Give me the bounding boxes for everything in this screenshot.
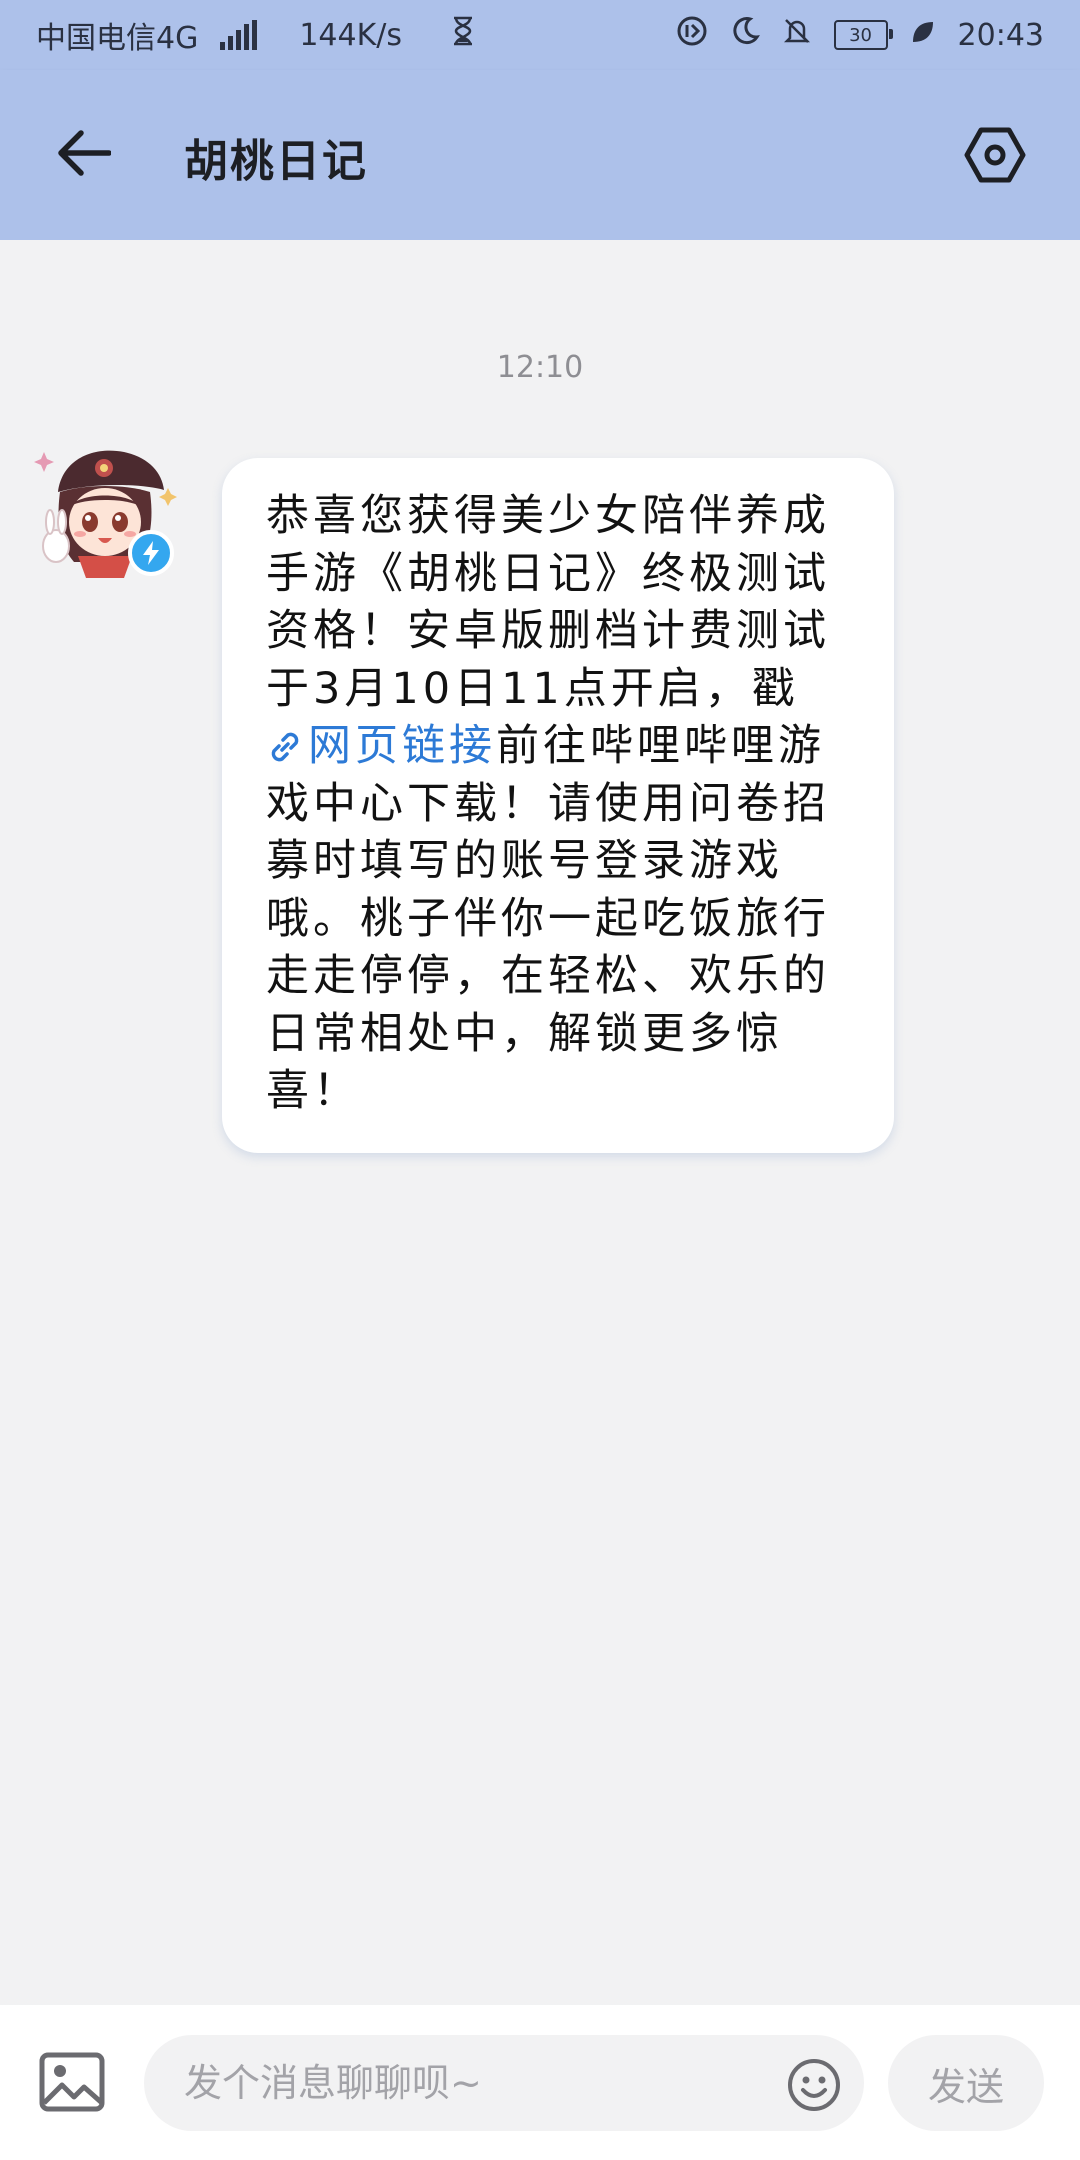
hexagon-settings-icon [964, 127, 1026, 183]
verified-badge [128, 530, 174, 576]
battery-level: 30 [849, 24, 872, 46]
image-icon [39, 2052, 105, 2112]
message-text-before: 恭喜您获得美少女陪伴养成手游《胡桃日记》终极测试资格！安卓版删档计费测试于3月1… [266, 491, 830, 714]
emoji-button[interactable] [786, 2057, 842, 2113]
arrow-left-icon [58, 130, 111, 176]
moon-icon [730, 16, 760, 54]
message-input[interactable] [144, 2035, 864, 2131]
status-bar-left: 中国电信4G 144K/s [36, 13, 474, 57]
chat-area[interactable]: 12:10 恭喜您获得美少女陪伴养成手游《胡桃日记》终极测试资格！安卓版删档计费… [0, 240, 1080, 2005]
message-timestamp: 12:10 [496, 350, 584, 385]
send-button[interactable]: 发送 [888, 2035, 1044, 2131]
data-saver-icon [676, 15, 708, 55]
emoji-icon [788, 2059, 840, 2111]
input-bar: 发送 [0, 2005, 1080, 2160]
status-bar: 中国电信4G 144K/s 30 20:43 [0, 0, 1080, 70]
clock: 20:43 [957, 17, 1044, 53]
web-link-label: 网页链接 [308, 721, 496, 771]
image-button[interactable] [38, 2051, 106, 2113]
signal-icon [220, 20, 258, 50]
carrier-label: 中国电信4G [36, 21, 199, 56]
message-bubble[interactable]: 恭喜您获得美少女陪伴养成手游《胡桃日记》终极测试资格！安卓版删档计费测试于3月1… [222, 458, 894, 1153]
leaf-icon [910, 18, 936, 53]
mute-icon [782, 16, 812, 54]
battery-icon: 30 [833, 20, 893, 50]
message-text-after: 前往哔哩哔哩游戏中心下载！请使用问卷招募时填写的账号登录游戏哦。桃子伴你一起吃饭… [266, 721, 830, 1116]
lightning-icon [143, 541, 159, 565]
back-button[interactable] [50, 120, 116, 186]
status-bar-right: 30 20:43 [676, 15, 1044, 55]
hourglass-icon [452, 16, 474, 54]
page-title: 胡桃日记 [184, 136, 368, 187]
network-speed: 144K/s [299, 17, 403, 53]
settings-button[interactable] [960, 120, 1030, 190]
web-link[interactable]: 网页链接 [266, 721, 496, 771]
app-bar: 胡桃日记 [0, 70, 1080, 240]
link-icon [271, 732, 299, 762]
